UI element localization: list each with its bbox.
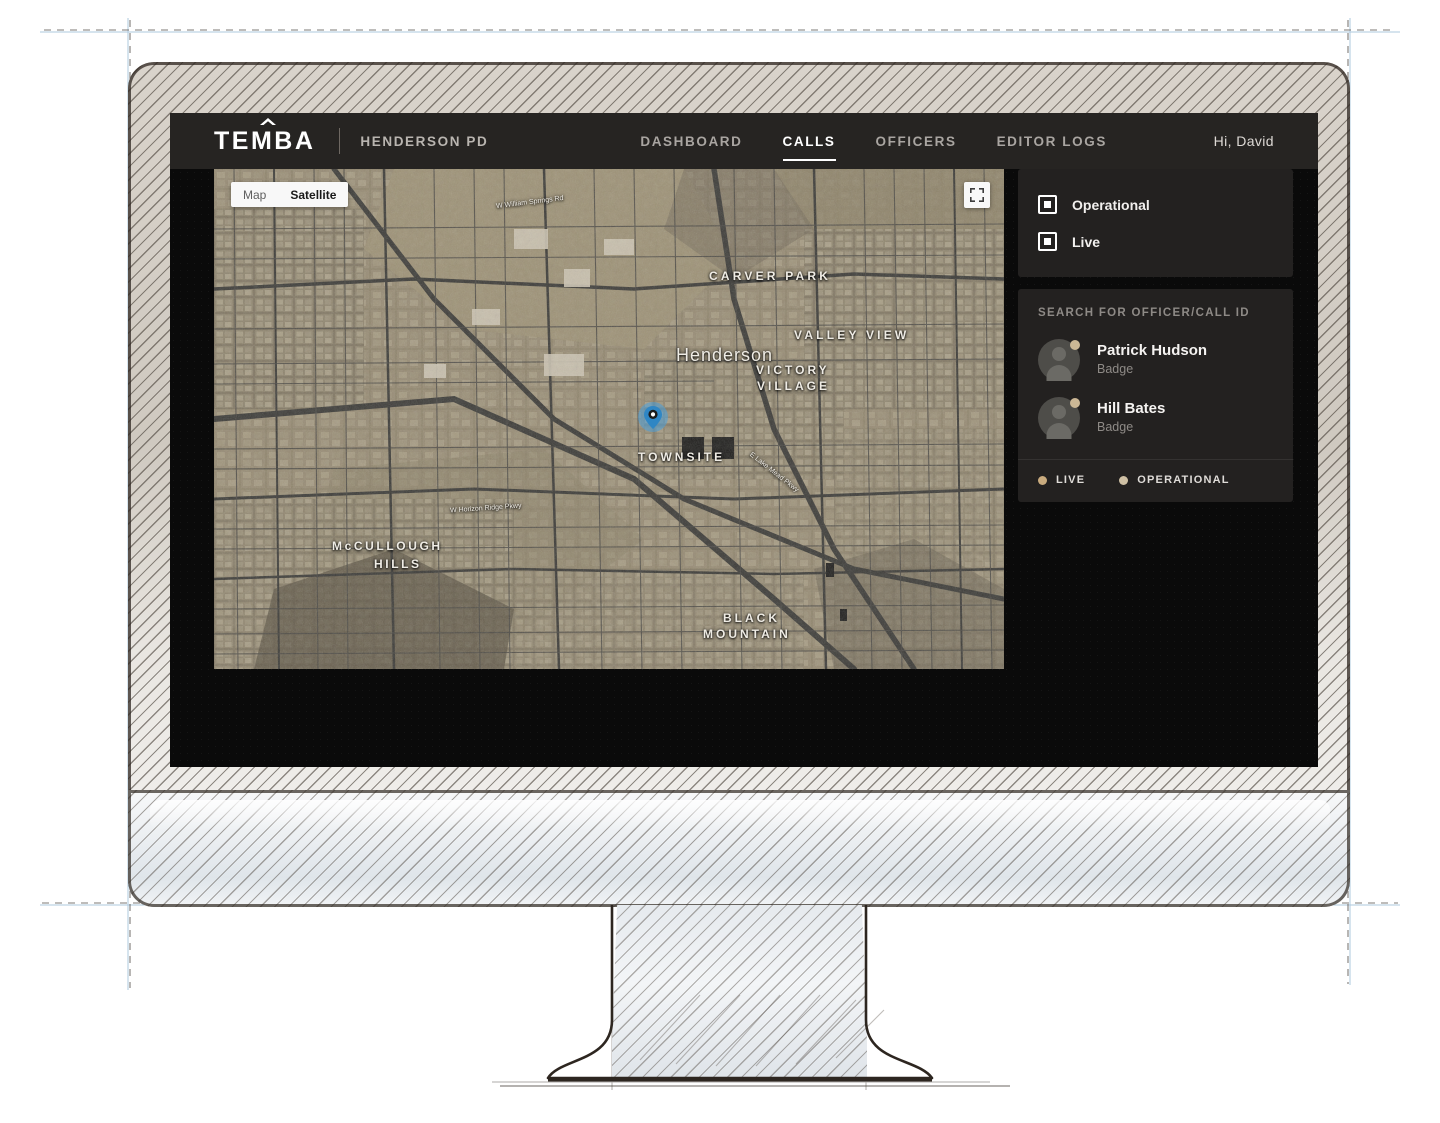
officer-name: Hill Bates — [1097, 400, 1166, 418]
filter-live[interactable]: Live — [1018, 223, 1293, 260]
monitor-chin-highlight — [150, 800, 1330, 830]
checkbox-operational[interactable] — [1038, 195, 1057, 214]
filter-live-label: Live — [1072, 233, 1101, 250]
legend-label-operational: OPERATIONAL — [1137, 474, 1230, 486]
nav-item-dashboard[interactable]: DASHBOARD — [640, 113, 742, 169]
app-topbar: TEMBA HENDERSON PD DASHBOARD CALLS OFFIC… — [170, 113, 1318, 169]
map-imagery — [214, 169, 1004, 669]
officer-list-item[interactable]: Hill Bates Badge — [1018, 389, 1293, 447]
checkbox-live[interactable] — [1038, 232, 1057, 251]
legend-label-live: LIVE — [1056, 474, 1086, 486]
avatar — [1038, 397, 1080, 439]
brand-area[interactable]: TEMBA HENDERSON PD — [170, 117, 489, 155]
legend-dot-live — [1038, 475, 1047, 485]
fullscreen-expand-icon — [970, 188, 984, 202]
legend-item-operational: OPERATIONAL — [1119, 474, 1229, 486]
brand-divider — [339, 128, 341, 154]
filters-card: Operational Live — [1018, 169, 1293, 277]
screenshot-stage: TEMBA HENDERSON PD DASHBOARD CALLS OFFIC… — [0, 0, 1440, 1123]
nav-item-officers[interactable]: OFFICERS — [876, 113, 957, 169]
status-badge — [1070, 398, 1080, 408]
status-legend: LIVE OPERATIONAL — [1018, 459, 1293, 502]
person-avatar-icon — [1052, 405, 1066, 419]
filter-operational[interactable]: Operational — [1018, 186, 1293, 223]
search-card: SEARCH FOR OFFICER/CALL ID Patrick Hudso… — [1018, 289, 1293, 502]
officer-badge: Badge — [1097, 361, 1134, 376]
filter-operational-label: Operational — [1072, 196, 1150, 213]
house-roof-icon — [260, 117, 276, 125]
monitor-screen: TEMBA HENDERSON PD DASHBOARD CALLS OFFIC… — [170, 113, 1318, 767]
legend-dot-operational — [1119, 475, 1129, 485]
nav-item-editor-logs[interactable]: EDITOR LOGS — [997, 113, 1107, 169]
avatar — [1038, 339, 1080, 381]
temba-logo[interactable]: TEMBA — [214, 117, 316, 155]
officer-name: Patrick Hudson — [1097, 342, 1208, 360]
person-avatar-icon — [1052, 347, 1066, 361]
map-type-satellite[interactable]: Satellite — [278, 182, 348, 207]
department-name: HENDERSON PD — [360, 133, 489, 149]
map-type-map[interactable]: Map — [231, 182, 278, 207]
map-type-toggle[interactable]: Map Satellite — [231, 182, 349, 207]
nav-item-calls[interactable]: CALLS — [782, 113, 836, 169]
officer-badge: Badge — [1097, 419, 1134, 434]
legend-item-live: LIVE — [1038, 474, 1085, 486]
search-input[interactable]: SEARCH FOR OFFICER/CALL ID — [1018, 307, 1293, 331]
map-marker[interactable] — [635, 399, 671, 435]
officer-list-item[interactable]: Patrick Hudson Badge — [1018, 331, 1293, 389]
right-panel: Operational Live SEARCH FOR OFFICER/CALL… — [1018, 169, 1293, 502]
brand-name: TEMBA — [214, 126, 316, 155]
status-badge — [1070, 340, 1080, 350]
fullscreen-button[interactable] — [964, 182, 990, 208]
user-greeting[interactable]: Hi, David — [1214, 133, 1318, 149]
satellite-map[interactable]: CARVER PARK VALLEY VIEW Henderson VICTOR… — [214, 169, 1004, 669]
location-pin-icon — [638, 402, 668, 432]
monitor-stand-neck — [612, 905, 867, 1080]
main-nav: DASHBOARD CALLS OFFICERS EDITOR LOGS — [640, 113, 1107, 169]
